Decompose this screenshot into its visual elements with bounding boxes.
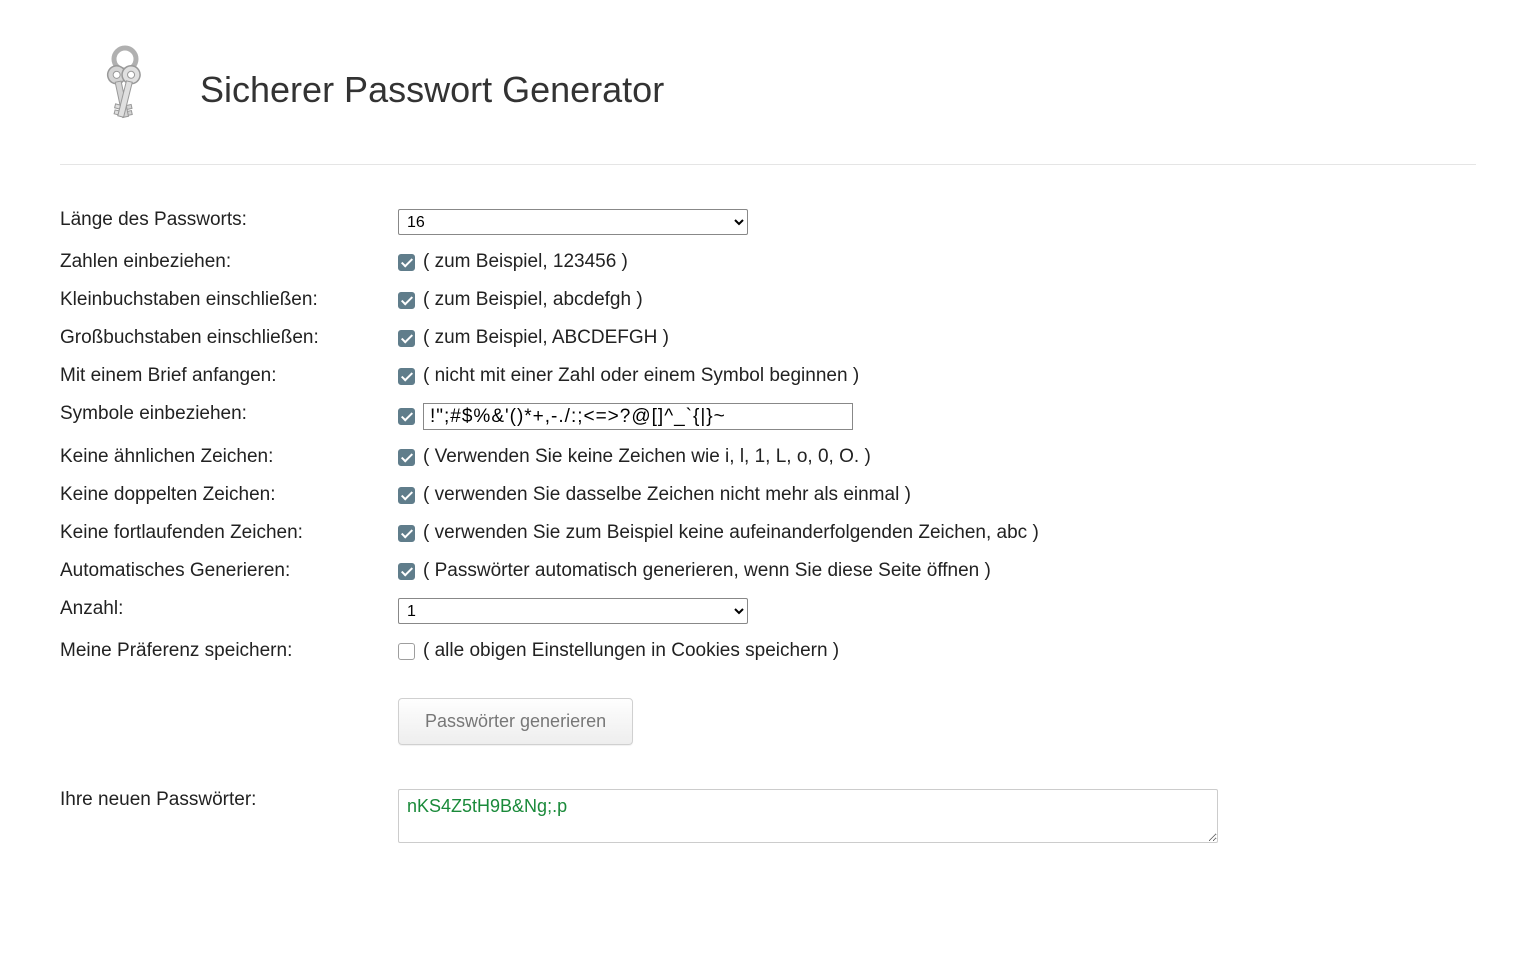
page-title: Sicherer Passwort Generator [200, 69, 664, 111]
start-letter-label: Mit einem Brief anfangen: [60, 357, 398, 395]
numbers-label: Zahlen einbeziehen: [60, 243, 398, 281]
output-label: Ihre neuen Passwörter: [60, 771, 398, 857]
save-pref-checkbox[interactable] [398, 643, 415, 660]
auto-generate-label: Automatisches Generieren: [60, 552, 398, 590]
settings-form: Länge des Passworts: 16 Zahlen einbezieh… [60, 201, 1476, 857]
auto-generate-hint: ( Passwörter automatisch generieren, wen… [423, 560, 991, 582]
no-duplicates-label: Keine doppelten Zeichen: [60, 476, 398, 514]
no-similar-checkbox[interactable] [398, 449, 415, 466]
page-header: Sicherer Passwort Generator [60, 40, 1476, 165]
output-textarea[interactable] [398, 789, 1218, 843]
no-sequential-checkbox[interactable] [398, 525, 415, 542]
uppercase-hint: ( zum Beispiel, ABCDEFGH ) [423, 327, 669, 349]
symbols-label: Symbole einbeziehen: [60, 395, 398, 438]
no-similar-hint: ( Verwenden Sie keine Zeichen wie i, l, … [423, 446, 871, 468]
quantity-label: Anzahl: [60, 590, 398, 632]
length-select[interactable]: 16 [398, 209, 748, 235]
length-label: Länge des Passworts: [60, 201, 398, 243]
save-pref-label: Meine Präferenz speichern: [60, 632, 398, 670]
uppercase-checkbox[interactable] [398, 330, 415, 347]
symbols-input[interactable] [423, 403, 853, 430]
start-letter-hint: ( nicht mit einer Zahl oder einem Symbol… [423, 365, 859, 387]
generate-button[interactable]: Passwörter generieren [398, 698, 633, 745]
no-sequential-label: Keine fortlaufenden Zeichen: [60, 514, 398, 552]
save-pref-hint: ( alle obigen Einstellungen in Cookies s… [423, 640, 839, 662]
lowercase-label: Kleinbuchstaben einschließen: [60, 281, 398, 319]
uppercase-label: Großbuchstaben einschließen: [60, 319, 398, 357]
no-duplicates-hint: ( verwenden Sie dasselbe Zeichen nicht m… [423, 484, 911, 506]
auto-generate-checkbox[interactable] [398, 563, 415, 580]
lowercase-checkbox[interactable] [398, 292, 415, 309]
no-sequential-hint: ( verwenden Sie zum Beispiel keine aufei… [423, 522, 1039, 544]
start-letter-checkbox[interactable] [398, 368, 415, 385]
quantity-select[interactable]: 1 [398, 598, 748, 624]
keys-icon [90, 40, 160, 140]
numbers-hint: ( zum Beispiel, 123456 ) [423, 251, 628, 273]
symbols-checkbox[interactable] [398, 408, 415, 425]
numbers-checkbox[interactable] [398, 254, 415, 271]
lowercase-hint: ( zum Beispiel, abcdefgh ) [423, 289, 643, 311]
no-similar-label: Keine ähnlichen Zeichen: [60, 438, 398, 476]
no-duplicates-checkbox[interactable] [398, 487, 415, 504]
